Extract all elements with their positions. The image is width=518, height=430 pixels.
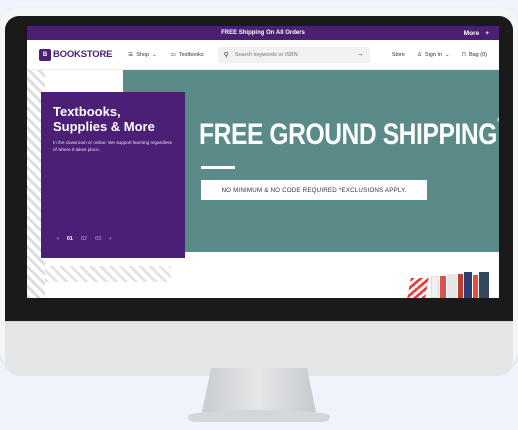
nav-shop[interactable]: ☰ Shop ⌄	[128, 52, 156, 58]
book-shape	[440, 276, 446, 298]
book-shape	[447, 274, 457, 298]
bag-label: Bag (0)	[468, 51, 487, 58]
more-label: More	[463, 29, 480, 37]
book-icon: ▭	[170, 51, 176, 58]
chevron-left-icon[interactable]: ‹	[57, 236, 59, 242]
arrow-right-icon[interactable]: →	[357, 51, 364, 58]
menu-icon: ☰	[128, 51, 134, 58]
logo-text: BOOKSTORE	[53, 49, 113, 60]
right-nav: Store ♙ Sign In ⌄ ⊓ Bag (0)	[392, 52, 487, 58]
carousel-pager: ‹ 01 02 03 ›	[57, 236, 111, 242]
search-icon: ⚲	[223, 51, 229, 59]
logo-icon: B	[39, 48, 51, 61]
chevron-down-icon: ⌄	[445, 51, 450, 58]
search-input[interactable]	[234, 51, 351, 58]
hero-headline: FREE GROUND SHIPPING®	[199, 118, 499, 152]
nav-textbooks[interactable]: ▭ Textbooks	[171, 52, 204, 58]
hero-headline-text: FREE GROUND SHIPPING	[199, 118, 497, 151]
sign-in-link[interactable]: ♙ Sign In ⌄	[417, 52, 450, 58]
book-shape	[458, 274, 463, 298]
hero-title: Textbooks, Supplies & More	[53, 104, 155, 134]
monitor-stand-neck	[202, 368, 316, 412]
monitor-chin	[5, 321, 513, 376]
scene: FREE Shipping On All Orders More + B BOO…	[0, 0, 518, 430]
nav-shop-label: Shop	[136, 51, 150, 58]
promo-text: FREE Shipping On All Orders	[221, 30, 305, 36]
hatch-decoration-bottom	[45, 266, 171, 282]
more-button[interactable]: More +	[464, 26, 489, 40]
hero-banner: Textbooks, Supplies & More In the classr…	[27, 70, 499, 298]
shipping-note: NO MINIMUM & NO CODE REQUIRED *EXCLUSION…	[201, 180, 427, 200]
chevron-down-icon: ⌄	[152, 51, 157, 58]
book-shape	[464, 272, 472, 298]
hero-card: Textbooks, Supplies & More In the classr…	[41, 92, 185, 258]
pager-item[interactable]: 01	[67, 236, 73, 242]
pager-item[interactable]: 02	[81, 236, 87, 242]
screen: FREE Shipping On All Orders More + B BOO…	[27, 26, 499, 298]
bag-link[interactable]: ⊓ Bag (0)	[462, 52, 487, 58]
logo[interactable]: B BOOKSTORE	[39, 48, 113, 61]
book-shape	[473, 275, 478, 298]
monitor-stand-base	[188, 410, 330, 422]
headline-divider	[201, 166, 235, 169]
nav-textbooks-label: Textbooks	[178, 51, 204, 58]
search-bar: ⚲ →	[217, 46, 370, 63]
promo-bar: FREE Shipping On All Orders More +	[27, 26, 499, 40]
store-label: Store	[391, 51, 405, 58]
books-image	[407, 272, 493, 298]
bag-icon: ⊓	[461, 51, 466, 58]
chevron-right-icon[interactable]: ›	[109, 236, 111, 242]
book-shape	[407, 278, 429, 298]
registered-mark: ®	[497, 118, 499, 124]
store-link[interactable]: Store	[392, 52, 405, 58]
pager-item[interactable]: 03	[95, 236, 101, 242]
book-shape	[431, 276, 439, 298]
site-header: B BOOKSTORE ☰ Shop ⌄ ▭ Textbooks ⚲ → Sto…	[27, 40, 499, 70]
plus-icon: +	[485, 29, 489, 37]
hero-subtitle: In the classroom or online. We support l…	[53, 140, 172, 152]
user-icon: ♙	[416, 51, 422, 58]
book-shape	[479, 272, 489, 298]
sign-in-label: Sign In	[424, 51, 443, 58]
